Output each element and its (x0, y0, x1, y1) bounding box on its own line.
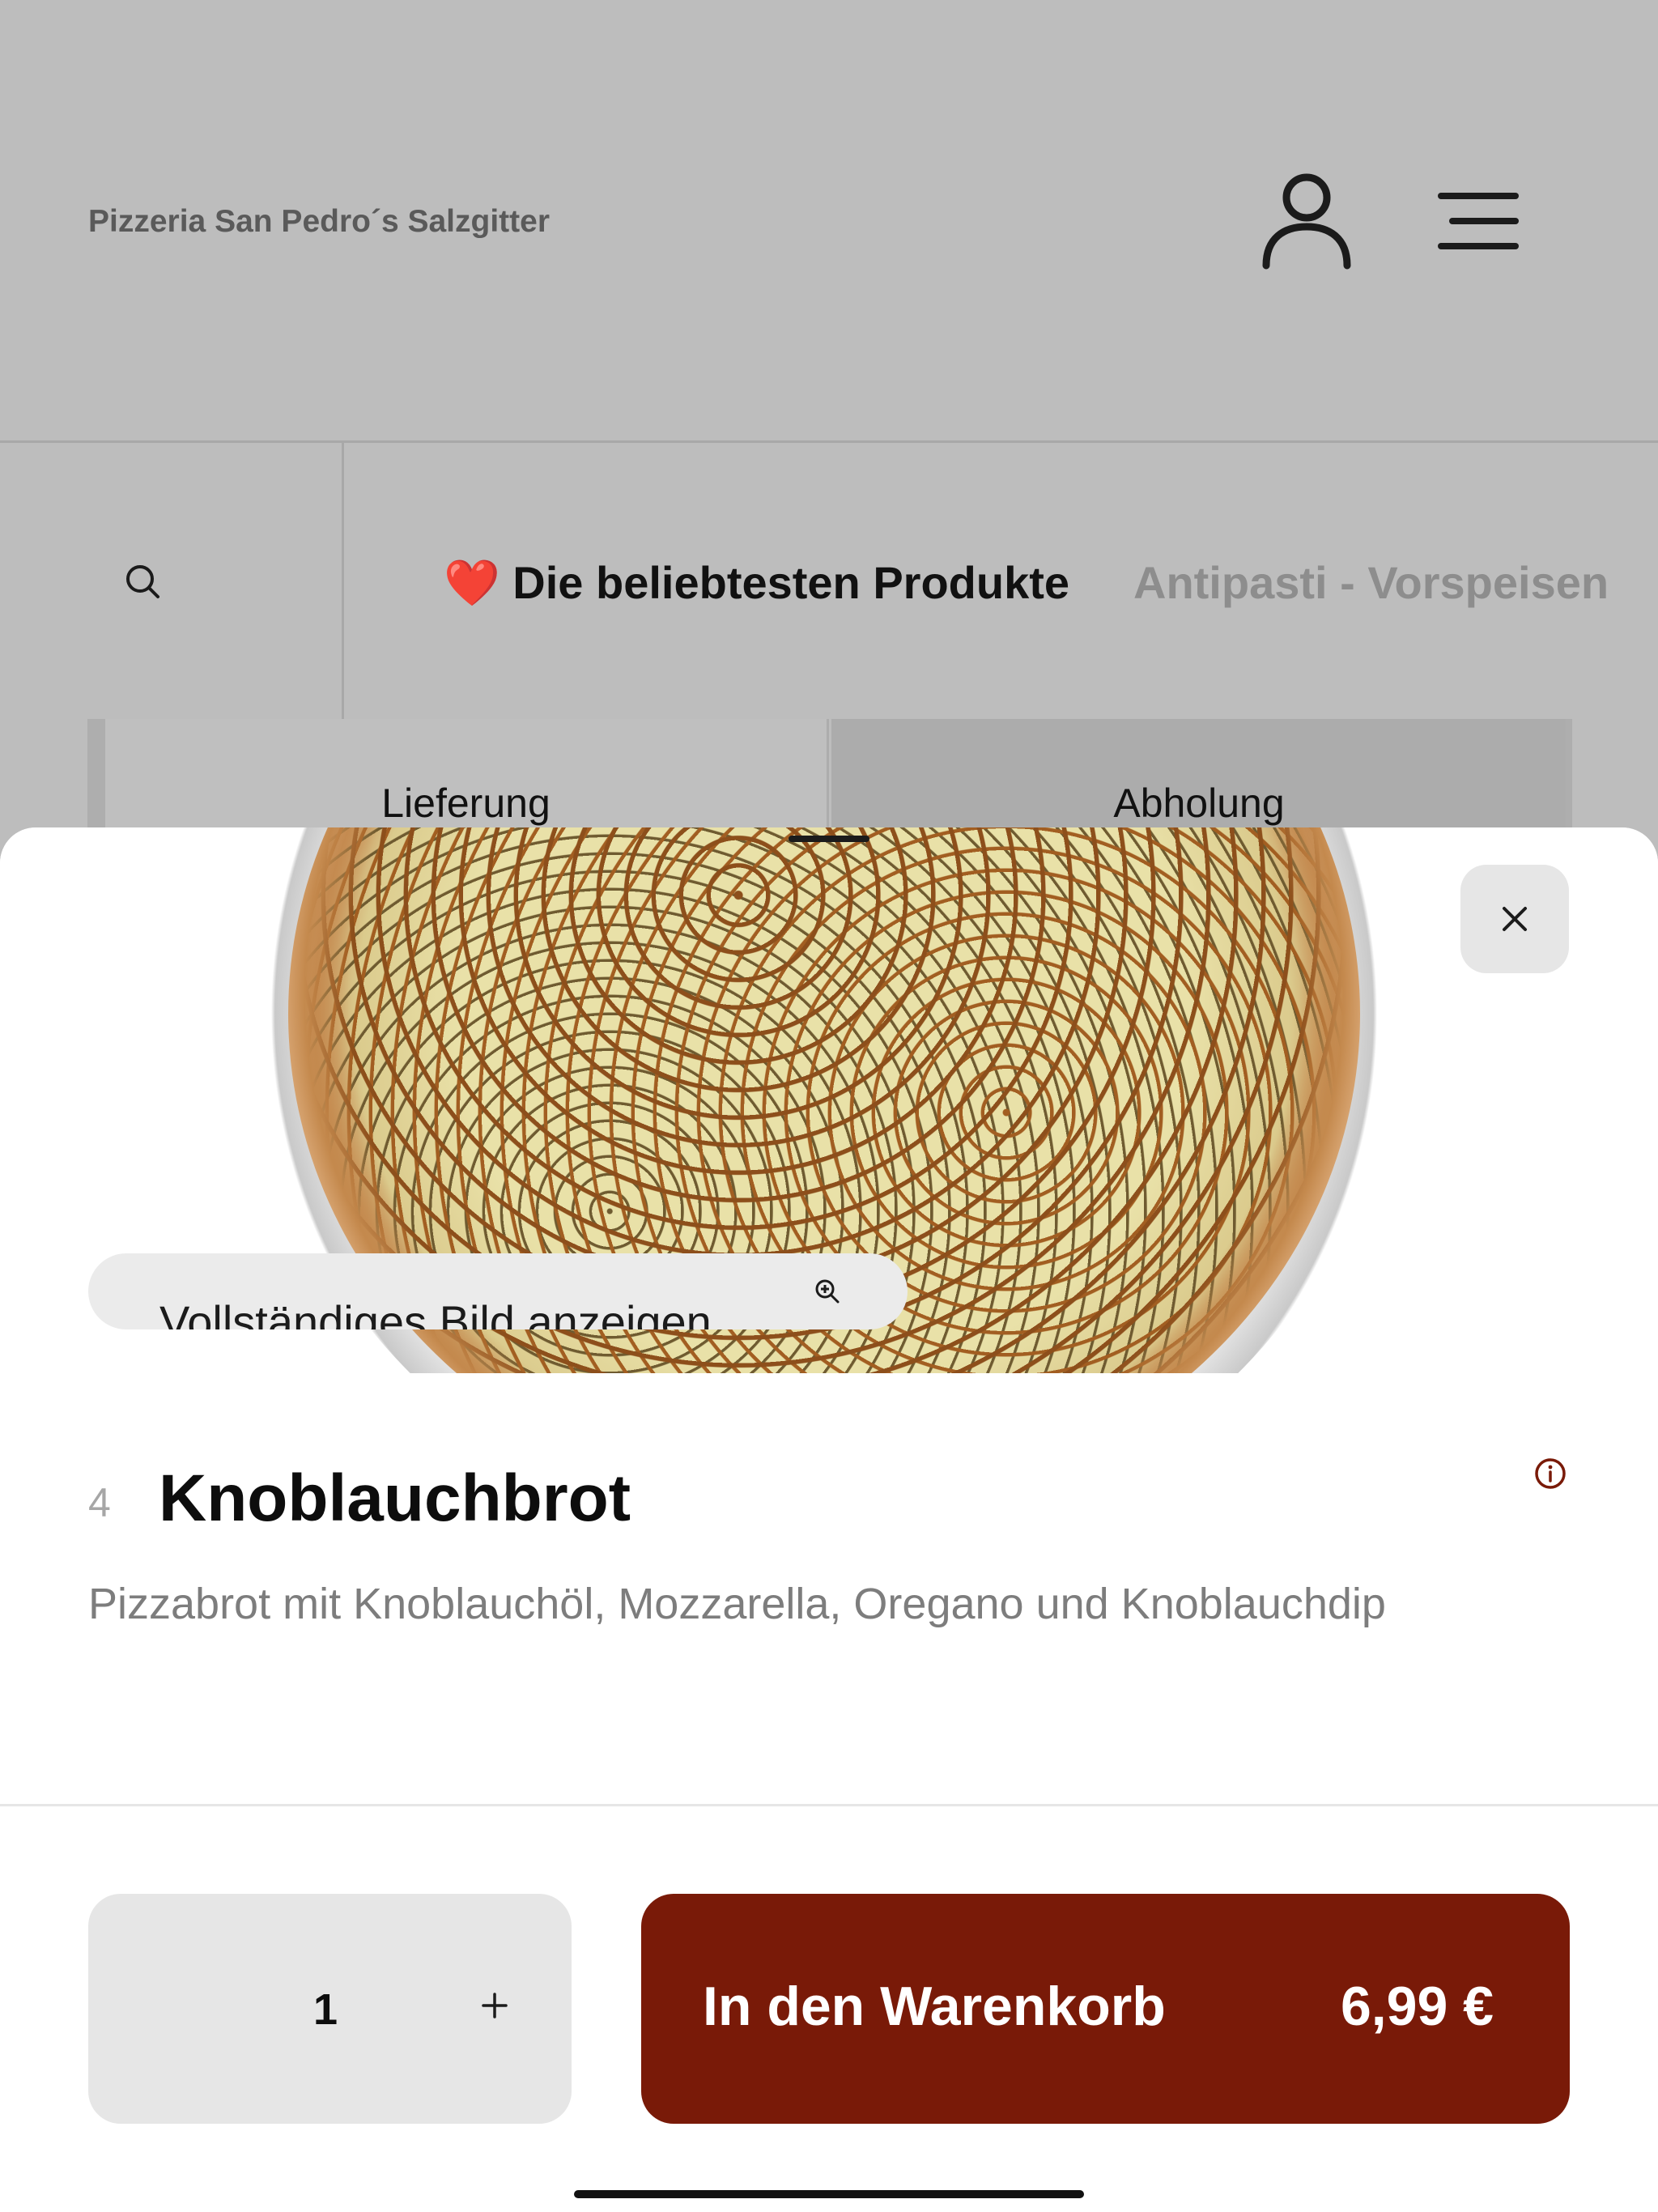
divider (1566, 719, 1572, 832)
menu-button[interactable] (1433, 182, 1524, 260)
info-icon[interactable] (1533, 1457, 1567, 1491)
search-icon (126, 565, 159, 598)
product-number: 4 (88, 1480, 111, 1525)
tab-pickup[interactable]: Abholung (831, 719, 1567, 832)
category-bar: ❤️ Die beliebtesten Produkte Antipasti -… (0, 440, 1658, 724)
show-full-image-label: Vollständiges Bild anzeigen (159, 1296, 712, 1329)
product-name: Knoblauchbrot (159, 1461, 631, 1535)
close-icon (1503, 907, 1527, 931)
tab-delivery[interactable]: Lieferung (105, 719, 829, 832)
heart-icon: ❤️ (444, 557, 500, 608)
divider (0, 1804, 1658, 1806)
header: Pizzeria San Pedro´s Salzgitter (0, 0, 1658, 440)
product-image: Vollständiges Bild anzeigen (0, 827, 1658, 1373)
product-price: 6,99 € (1340, 1976, 1494, 2037)
brand-name[interactable]: Pizzeria San Pedro´s Salzgitter (88, 204, 550, 240)
add-to-cart-label: In den Warenkorb (703, 1976, 1166, 2037)
close-button[interactable] (1460, 865, 1569, 973)
category-search-button[interactable] (0, 443, 344, 721)
category-tab-popular[interactable]: ❤️ Die beliebtesten Produkte (444, 556, 1069, 610)
zoom-in-icon (815, 1279, 840, 1304)
product-detail-sheet: Vollständiges Bild anzeigen 4 Knoblauchb… (0, 827, 1658, 2212)
category-tab-antipasti[interactable]: Antipasti - Vorspeisen (1133, 556, 1609, 609)
home-indicator[interactable] (574, 2190, 1084, 2198)
divider (87, 719, 105, 832)
category-tab-label: Die beliebtesten Produkte (512, 557, 1070, 608)
menu-icon (1438, 193, 1519, 249)
product-description: Pizzabrot mit Knoblauchöl, Mozzarella, O… (88, 1580, 1386, 1628)
quantity-stepper: 1 (88, 1894, 572, 2124)
order-mode-switch: Lieferung Abholung (0, 719, 1658, 832)
increment-button[interactable] (462, 1973, 527, 2038)
sheet-grabber[interactable] (789, 836, 869, 842)
user-icon (1262, 173, 1351, 270)
quantity-value: 1 (313, 1985, 338, 2034)
plus-icon (482, 1993, 508, 2018)
show-full-image-button[interactable]: Vollständiges Bild anzeigen (88, 1253, 908, 1329)
user-account-button[interactable] (1260, 170, 1354, 270)
add-to-cart-button[interactable]: In den Warenkorb 6,99 € (641, 1894, 1570, 2124)
